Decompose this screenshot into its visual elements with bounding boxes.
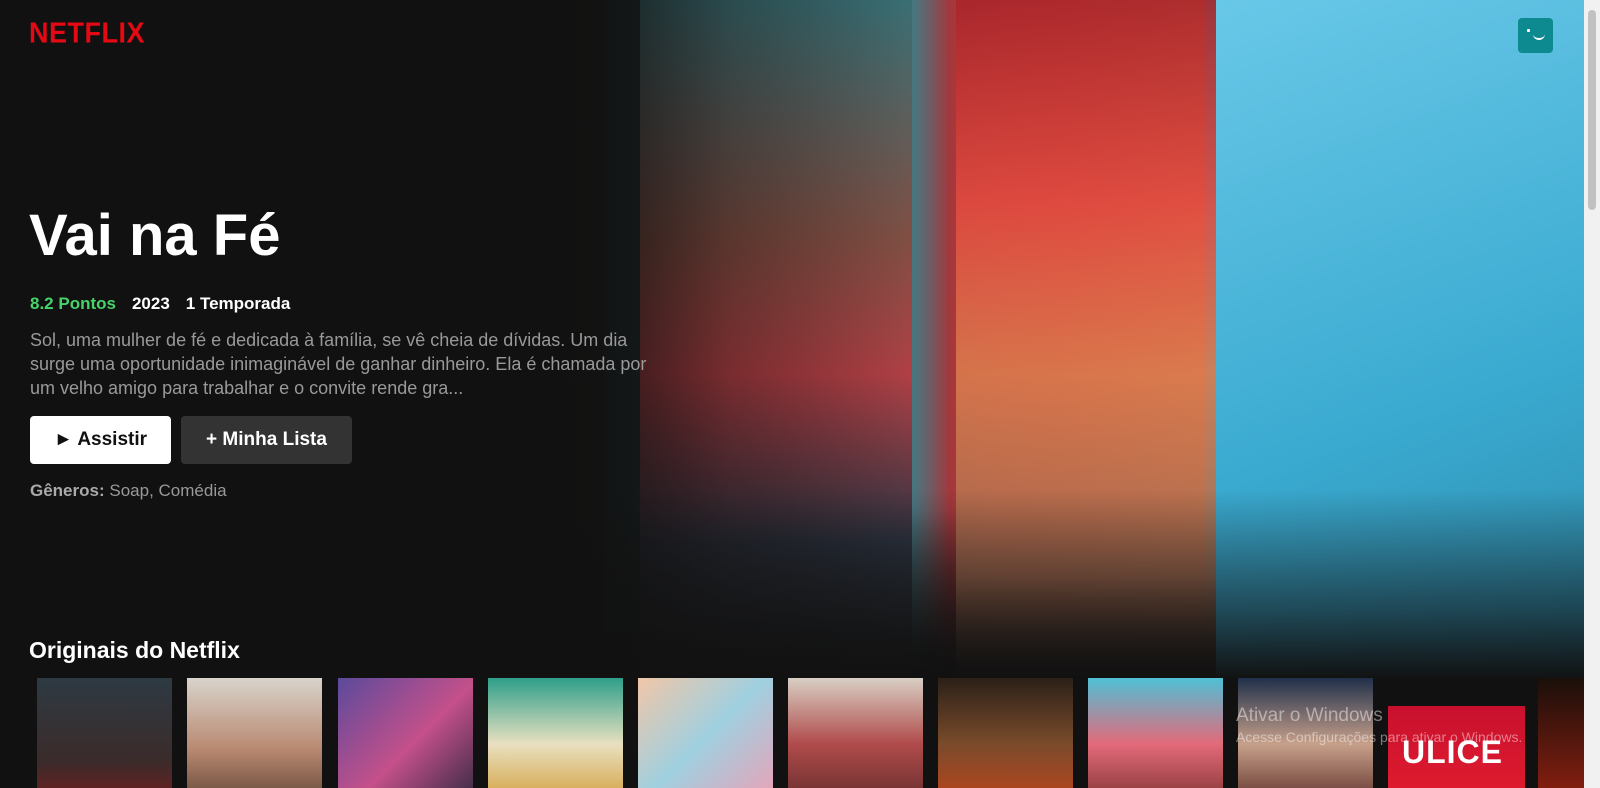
featured-description: Sol, uma mulher de fé e dedicada à famíl… bbox=[30, 330, 647, 398]
my-list-button[interactable]: + Minha Lista bbox=[181, 416, 352, 464]
title-thumbnail[interactable] bbox=[1088, 678, 1223, 788]
watch-button[interactable]: ► Assistir bbox=[30, 416, 171, 464]
watermark-line-2: Acesse Configurações para ativar o Windo… bbox=[1236, 729, 1523, 745]
avatar-smile-icon bbox=[1533, 32, 1545, 40]
avatar-eye-icon bbox=[1527, 29, 1530, 32]
title-thumbnail[interactable] bbox=[338, 678, 473, 788]
featured-genres: Gêneros: Soap, Comédia bbox=[30, 481, 227, 501]
watermark-line-1: Ativar o Windows bbox=[1236, 705, 1383, 726]
title-thumbnail[interactable] bbox=[488, 678, 623, 788]
featured-year: 2023 bbox=[131, 294, 170, 313]
featured-title: Vai na Fé bbox=[29, 203, 281, 268]
genres-label: Gêneros: bbox=[30, 481, 105, 500]
featured-score: 8.2 Pontos bbox=[30, 294, 116, 313]
title-thumbnail[interactable] bbox=[788, 678, 923, 788]
genres-value: Soap, Comédia bbox=[109, 481, 227, 500]
title-thumbnail[interactable] bbox=[37, 678, 172, 788]
row-title: Originais do Netflix bbox=[29, 637, 240, 663]
windows-activation-watermark: Ativar o Windows Acesse Configurações pa… bbox=[1236, 705, 1522, 745]
title-thumbnail[interactable] bbox=[938, 678, 1073, 788]
page-scrollbar[interactable] bbox=[1584, 0, 1600, 788]
profile-avatar[interactable] bbox=[1518, 18, 1553, 53]
scrollbar-thumb[interactable] bbox=[1588, 10, 1596, 210]
title-thumbnail[interactable] bbox=[1538, 678, 1584, 788]
netflix-logo[interactable]: NETFLIX bbox=[29, 17, 145, 50]
title-thumbnail[interactable] bbox=[638, 678, 773, 788]
featured-seasons: 1 Temporada bbox=[185, 294, 291, 313]
title-thumbnail[interactable] bbox=[187, 678, 322, 788]
featured-meta: 8.2 Pontos 2023 1 Temporada bbox=[30, 294, 290, 314]
